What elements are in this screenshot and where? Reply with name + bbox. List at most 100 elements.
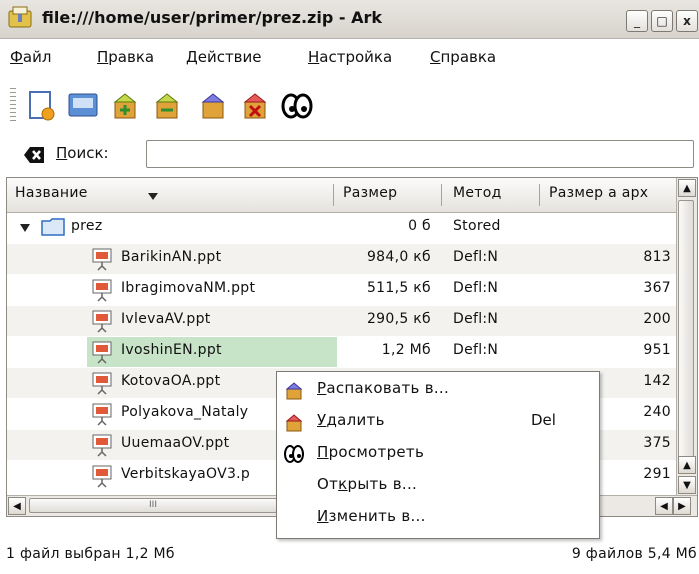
menu-action[interactable]: Действие — [186, 48, 262, 66]
search-bar: Поиск: — [0, 136, 699, 176]
menu-help-label: правка — [440, 48, 497, 66]
file-method: Defl:N — [453, 280, 499, 296]
column-packed-header[interactable]: Размер а арх — [549, 185, 674, 201]
extract-icon — [285, 382, 303, 400]
close-button[interactable]: x — [676, 10, 698, 32]
table-row[interactable]: IbragimovaNM.ppt 511,5 кб Defl:N 367 — [7, 275, 676, 305]
context-view[interactable]: Просмотреть — [277, 438, 599, 468]
file-method: Defl:N — [453, 249, 499, 265]
context-delete-label: Удалить — [317, 411, 385, 429]
menu-file-accel: Ф — [10, 48, 23, 66]
menu-file-label: айл — [22, 48, 52, 66]
context-edit-with-label: Изменить в... — [317, 507, 426, 525]
menu-settings[interactable]: Настройка — [308, 48, 392, 66]
file-method: Defl:N — [453, 311, 499, 327]
presentation-file-icon — [92, 403, 112, 426]
vertical-scrollbar[interactable]: ▲ ▲ ▼ — [676, 178, 697, 496]
table-row-selected[interactable]: IvoshinEN.ppt 1,2 Мб Defl:N 951 — [7, 337, 676, 367]
column-separator[interactable] — [333, 184, 334, 206]
folder-icon — [41, 218, 65, 236]
file-method: Defl:N — [453, 342, 499, 358]
file-name: KotovaOA.ppt — [121, 373, 221, 389]
file-packed-size: 367 — [643, 280, 671, 296]
clear-search-icon[interactable] — [22, 144, 46, 166]
sort-desc-icon — [148, 193, 158, 200]
file-name: VerbitskayaOV3.p — [121, 466, 251, 482]
scroll-up-button[interactable]: ▲ — [678, 179, 696, 197]
minimize-button[interactable]: _ — [626, 10, 648, 32]
column-separator[interactable] — [441, 184, 442, 206]
menu-settings-accel: Н — [308, 48, 320, 66]
presentation-file-icon — [92, 434, 112, 457]
folder-row-prez[interactable]: prez 0 б Stored — [7, 213, 676, 243]
column-size-header[interactable]: Размер — [343, 185, 433, 201]
add-folder-icon[interactable] — [196, 88, 230, 122]
open-archive-icon[interactable] — [66, 88, 100, 122]
table-row[interactable]: BarikinAN.ppt 984,0 кб Defl:N 813 — [7, 244, 676, 274]
menu-bar: Файл Правка Действие Настройка Справка — [0, 44, 699, 76]
context-edit-with[interactable]: Изменить в... — [277, 502, 599, 532]
extract-icon[interactable] — [108, 88, 142, 122]
context-view-label: Просмотреть — [317, 443, 424, 461]
view-icon[interactable] — [280, 88, 314, 122]
view-icon — [284, 445, 304, 463]
menu-edit[interactable]: Правка — [97, 48, 154, 66]
context-extract-to[interactable]: Распаковать в... — [277, 374, 599, 404]
file-method: Stored — [453, 218, 501, 234]
delete-icon[interactable] — [238, 88, 272, 122]
file-size: 511,5 кб — [366, 280, 431, 296]
table-row[interactable]: IvlevaAV.ppt 290,5 кб Defl:N 200 — [7, 306, 676, 336]
file-size: 1,2 Мб — [381, 342, 431, 358]
menu-file[interactable]: Файл — [10, 48, 51, 66]
column-separator[interactable] — [539, 184, 540, 206]
expand-arrow-icon[interactable] — [19, 223, 31, 233]
scroll-right-button[interactable]: ▶ — [673, 497, 691, 515]
presentation-file-icon — [92, 310, 112, 333]
title-bar[interactable]: file:///home/user/primer/prez.zip - Ark … — [0, 0, 699, 39]
column-method-header[interactable]: Метод — [453, 185, 533, 201]
file-packed-size: 200 — [643, 311, 671, 327]
context-edit-with-text: зменить в... — [328, 507, 426, 525]
file-name: UuemaaOV.ppt — [121, 435, 230, 451]
search-label: Поиск: — [56, 144, 109, 162]
scroll-down-button[interactable]: ▼ — [678, 476, 696, 494]
toolbar-grip[interactable] — [10, 88, 16, 124]
file-name: prez — [71, 218, 103, 234]
context-extract-label: Распаковать в... — [317, 379, 449, 397]
presentation-file-icon — [92, 279, 112, 302]
context-open-with-pre: От — [317, 475, 339, 493]
file-name: Polyakova_Nataly — [121, 404, 249, 420]
add-files-icon[interactable] — [150, 88, 184, 122]
file-packed-size: 951 — [643, 342, 671, 358]
column-name-header[interactable]: Название — [15, 185, 165, 201]
context-menu: Распаковать в... Удалить Del Просмотреть… — [276, 371, 600, 539]
presentation-file-icon — [92, 372, 112, 395]
context-edit-with-accel: И — [317, 507, 329, 525]
search-label-text: оиск: — [67, 144, 109, 162]
context-open-with[interactable]: Открыть в... — [277, 470, 599, 500]
search-input[interactable] — [146, 140, 694, 168]
context-extract-accel: Р — [317, 379, 327, 397]
context-open-with-text: рыть в... — [347, 475, 418, 493]
window-title: file:///home/user/primer/prez.zip - Ark — [42, 8, 382, 27]
maximize-button[interactable]: □ — [651, 10, 673, 32]
toolbar — [0, 82, 699, 132]
context-delete-text: далить — [326, 411, 385, 429]
context-open-with-label: Открыть в... — [317, 475, 417, 493]
file-name: BarikinAN.ppt — [121, 249, 222, 265]
presentation-file-icon — [92, 465, 112, 488]
menu-help[interactable]: Справка — [430, 48, 496, 66]
vertical-scroll-thumb[interactable] — [678, 200, 694, 464]
context-extract-text: аспаковать в... — [326, 379, 450, 397]
scroll-left-button[interactable]: ◀ — [8, 497, 26, 515]
menu-action-accel: Д — [186, 48, 198, 66]
context-delete-shortcut: Del — [531, 411, 556, 429]
file-size: 290,5 кб — [366, 311, 431, 327]
new-archive-icon[interactable] — [24, 88, 58, 122]
search-label-accel: П — [56, 144, 68, 162]
scroll-left-button-right[interactable]: ◀ — [655, 497, 673, 515]
scroll-up-button-lower[interactable]: ▲ — [678, 456, 696, 474]
horizontal-scroll-thumb[interactable]: III — [29, 498, 277, 513]
ark-app-icon — [8, 6, 32, 28]
context-delete[interactable]: Удалить Del — [277, 406, 599, 436]
